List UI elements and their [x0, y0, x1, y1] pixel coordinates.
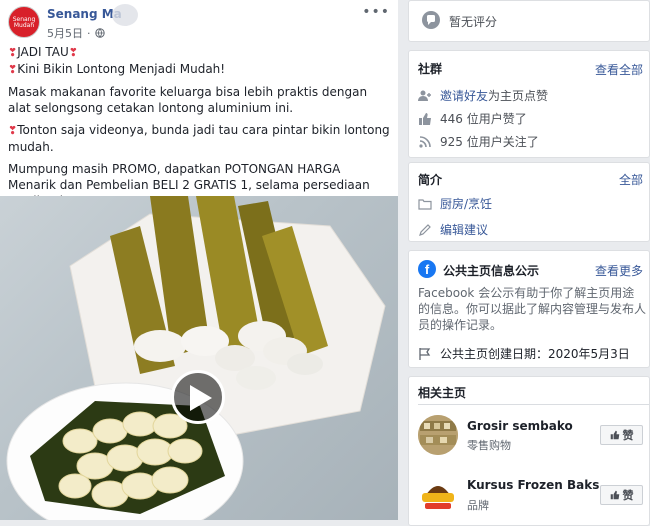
related-page-name[interactable]: Kursus Frozen Baks... [467, 478, 613, 492]
transparency-see-more[interactable]: 查看更多 [595, 262, 643, 279]
post-line-1: JADI TAU [17, 45, 69, 59]
ellipsis-icon[interactable]: ••• [362, 4, 390, 20]
post-header: Senang Mudah Senang Ma 5月5日 · ••• [0, 0, 398, 44]
like-label: 赞 [622, 429, 634, 442]
pin-icon: ❣ [8, 124, 18, 137]
category-link[interactable]: 厨房/烹饪 [440, 195, 492, 212]
about-card: 简介 全部 厨房/烹饪 编辑建议 [408, 162, 650, 242]
post-paragraph-2: Tonton saja videonya, bunda jadi tau car… [8, 123, 390, 154]
post-card: Senang Mudah Senang Ma 5月5日 · ••• ❣JADI … [0, 0, 398, 520]
likes-count: 446 位用户赞了 [440, 112, 527, 126]
community-see-all[interactable]: 查看全部 [595, 61, 643, 78]
avatar-label: Senang Mudah [12, 16, 36, 29]
community-title: 社群 [418, 62, 443, 76]
invite-suffix: 为主页点赞 [488, 89, 549, 103]
like-page-button[interactable]: 赞 [600, 425, 643, 445]
related-page-name[interactable]: Grosir sembako [467, 419, 573, 433]
right-sidebar: 暂无评分 社群 查看全部 邀请好友为主页点赞 446 位用户赞了 925 位用户… [408, 0, 650, 526]
related-page-category: 品牌 [467, 499, 489, 512]
play-icon [190, 385, 212, 411]
suggest-edit-link[interactable]: 编辑建议 [440, 221, 488, 238]
thumbs-up-icon [610, 490, 619, 500]
thumbs-up-icon [419, 112, 431, 125]
post-line-2: Kini Bikin Lontong Menjadi Mudah! [17, 62, 226, 76]
pin-icon: ❣ [8, 63, 18, 76]
community-card: 社群 查看全部 邀请好友为主页点赞 446 位用户赞了 925 位用户关注了 [408, 50, 650, 158]
flag-icon [419, 347, 431, 360]
rating-card: 暂无评分 [408, 0, 650, 42]
rating-text: 暂无评分 [449, 15, 498, 29]
invite-friends-icon [418, 90, 431, 101]
post-date[interactable]: 5月5日 [47, 25, 83, 41]
pin-icon: ❣ [68, 46, 78, 59]
related-page-thumbnail[interactable] [418, 473, 458, 513]
related-title: 相关主页 [418, 386, 467, 400]
post-meta: 5月5日 · [47, 25, 105, 41]
transparency-description: Facebook 会公示有助于你了解主页用途的信息。你可以据此了解内容管理与发布… [418, 286, 647, 332]
post-paragraph-1: Masak makanan favorite keluarga bisa leb… [8, 85, 368, 115]
frozen-bakso-logo-image [418, 473, 458, 513]
related-page-category: 零售购物 [467, 439, 511, 452]
follows-row: 925 位用户关注了 [418, 133, 539, 150]
divider [418, 404, 649, 405]
follows-count: 925 位用户关注了 [440, 135, 539, 149]
play-button[interactable] [171, 370, 225, 424]
related-page-thumbnail[interactable] [418, 415, 458, 455]
post-text: ❣JADI TAU❣ ❣Kini Bikin Lontong Menjadi M… [8, 44, 390, 215]
pencil-icon [419, 223, 431, 236]
category-row: 厨房/烹饪 [418, 195, 492, 212]
like-page-button[interactable]: 赞 [600, 485, 643, 505]
about-title: 简介 [418, 173, 443, 187]
like-label: 赞 [622, 489, 634, 502]
thumbs-up-icon [610, 430, 619, 440]
page-avatar[interactable]: Senang Mudah [8, 6, 40, 38]
transparency-card: f 公共主页信息公示 查看更多 Facebook 会公示有助于你了解主页用途的信… [408, 250, 650, 368]
invite-row: 邀请好友为主页点赞 [418, 87, 548, 104]
likes-row: 446 位用户赞了 [418, 110, 527, 127]
grocery-thumbnail-image [418, 415, 458, 455]
video-thumbnail[interactable] [0, 196, 398, 520]
lontong-food-image [6, 196, 386, 520]
page-name-link[interactable]: Senang Ma [47, 7, 122, 21]
folder-icon [418, 198, 432, 210]
rss-icon [419, 135, 431, 148]
pin-icon: ❣ [8, 46, 18, 59]
invite-friends-link[interactable]: 邀请好友 [440, 89, 488, 103]
created-date: 公共主页创建日期：2020年5月3日 [440, 347, 630, 361]
facebook-logo-icon: f [418, 260, 436, 278]
rating-icon [422, 11, 440, 29]
about-see-all[interactable]: 全部 [619, 171, 643, 188]
related-pages-card: 相关主页 Grosir sembako 零售购物 赞 Kursus Frozen… [408, 376, 650, 526]
created-row: 公共主页创建日期：2020年5月3日 [418, 345, 630, 362]
suggest-edit-row: 编辑建议 [418, 221, 488, 238]
globe-icon [94, 28, 105, 38]
transparency-title: 公共主页信息公示 [443, 264, 540, 278]
redacted-blur [112, 4, 138, 26]
